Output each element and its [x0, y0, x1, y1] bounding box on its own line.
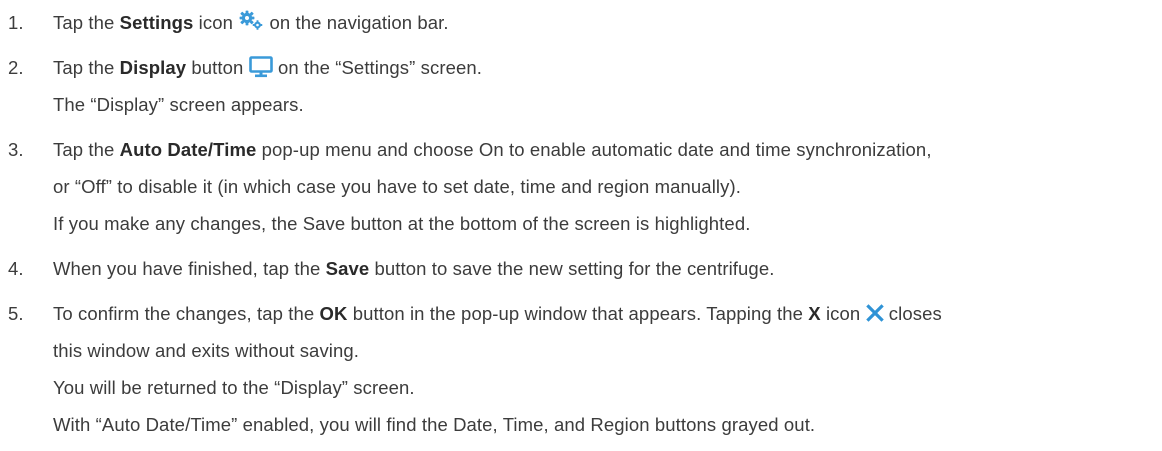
step-number: 2.: [8, 57, 24, 78]
step-3: 3. Tap the Auto Date/Time pop-up menu an…: [0, 131, 1162, 242]
step-note: If you make any changes, the Save button…: [53, 213, 751, 234]
step-text: To confirm the changes, tap the OK butto…: [53, 303, 942, 324]
step-number: 3.: [8, 139, 24, 160]
step-continuation: or “Off” to disable it (in which case yo…: [53, 176, 741, 197]
monitor-icon: [248, 56, 273, 78]
settings-gears-icon: [238, 10, 264, 32]
step-note: You will be returned to the “Display” sc…: [53, 377, 415, 398]
step-text: Tap the Settings icon on the navigation …: [53, 10, 449, 33]
step-1: 1. Tap the Settings icon on the navigati…: [0, 4, 1162, 41]
step-number: 5.: [8, 303, 24, 324]
settings-label: Settings: [119, 12, 194, 33]
step-text: Tap the Auto Date/Time pop-up menu and c…: [53, 139, 932, 160]
step-5: 5. To confirm the changes, tap the OK bu…: [0, 295, 1162, 443]
ok-label: OK: [319, 303, 348, 324]
close-x-icon: [865, 304, 884, 322]
step-note: The “Display” screen appears.: [53, 94, 304, 115]
step-4: 4. When you have finished, tap the Save …: [0, 250, 1162, 287]
x-label: X: [808, 303, 821, 324]
step-2: 2. Tap the Display button on the “Settin…: [0, 49, 1162, 123]
step-number: 4.: [8, 258, 24, 279]
instruction-steps: 1. Tap the Settings icon on the navigati…: [0, 0, 1162, 443]
step-number: 1.: [8, 12, 24, 33]
step-continuation: this window and exits without saving.: [53, 340, 360, 361]
auto-date-time-label: Auto Date/Time: [119, 139, 257, 160]
save-label: Save: [325, 258, 370, 279]
display-label: Display: [119, 57, 187, 78]
step-text: Tap the Display button on the “Settings”…: [53, 56, 483, 78]
step-note: With “Auto Date/Time” enabled, you will …: [53, 414, 816, 435]
step-text: When you have finished, tap the Save but…: [53, 258, 775, 279]
